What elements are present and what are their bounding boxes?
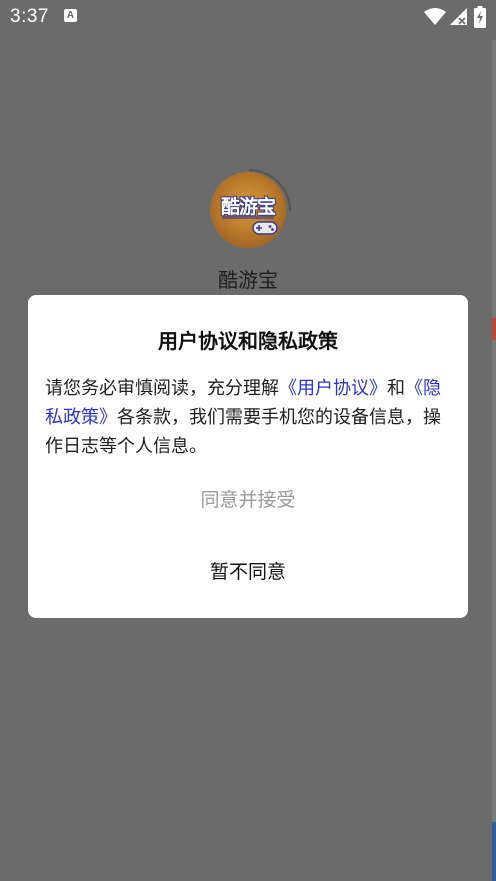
dialog-title: 用户协议和隐私政策 — [158, 329, 338, 353]
dialog-body-text: 和 — [387, 378, 405, 399]
background-edge-mark — [492, 318, 496, 340]
dialog-body: 请您务必审慎阅读，充分理解《用户协议》和《隐私政策》各条款，我们需要手机您的设备… — [45, 374, 457, 461]
dialog-body-text: 请您务必审慎阅读，充分理解 — [45, 378, 279, 399]
app-name: 酷游宝 — [218, 268, 278, 292]
status-bar: 3:37 A — [0, 0, 496, 34]
logo-text: 酷游宝 — [220, 196, 276, 218]
decline-button[interactable]: 暂不同意 — [28, 551, 468, 593]
wifi-icon — [424, 8, 446, 25]
gamepad-icon — [252, 221, 278, 235]
accept-button[interactable]: 同意并接受 — [28, 479, 468, 521]
status-time: 3:37 — [10, 6, 49, 27]
notification-icon: A — [64, 9, 77, 22]
battery-charging-icon — [474, 6, 486, 28]
privacy-dialog: 用户协议和隐私政策 请您务必审慎阅读，充分理解《用户协议》和《隐私政策》各条款，… — [28, 295, 468, 618]
background-edge-mark — [492, 822, 496, 881]
background-edge — [492, 40, 496, 881]
cell-signal-icon — [450, 8, 467, 25]
user-agreement-link[interactable]: 《用户协议》 — [279, 378, 387, 399]
logo-underline — [222, 216, 274, 219]
app-logo: 酷游宝 — [206, 168, 292, 254]
